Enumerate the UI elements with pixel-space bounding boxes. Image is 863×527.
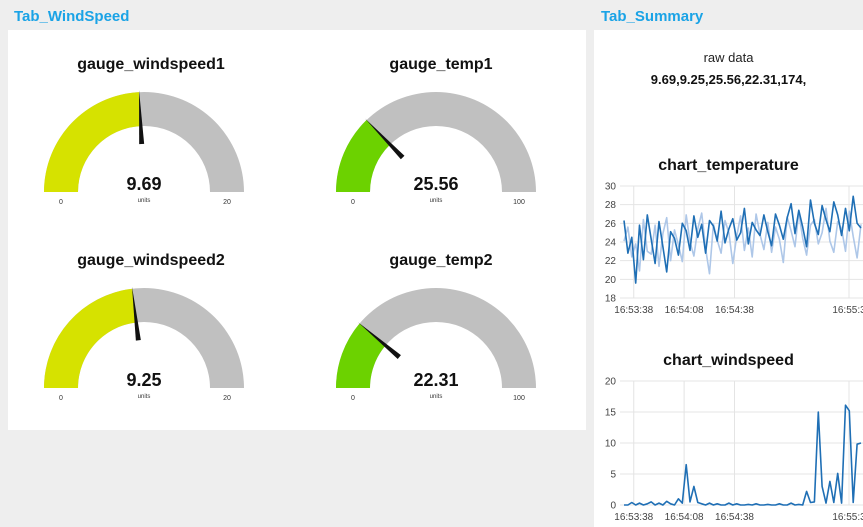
y-tick-label: 22	[605, 256, 617, 267]
y-tick-label: 18	[605, 294, 617, 305]
gauge-value: 9.25	[126, 370, 161, 390]
chart-title: chart_temperature	[658, 157, 799, 174]
chart-windspeed-card: chart_windspeed 20 15 10 5 0 16:53:38 16:54:08…	[594, 345, 863, 527]
y-tick-label: 20	[605, 275, 617, 286]
raw-data-label: raw data	[703, 50, 754, 65]
raw-data-value: 9.69,9.25,25.56,22.31,174,	[650, 72, 807, 87]
y-tick-label: 0	[610, 501, 616, 512]
raw-data-widget: raw data 9.69,9.25,25.56,22.31,174,	[594, 30, 863, 120]
gauge-max: 20	[223, 199, 231, 206]
x-tick-label: 16:55:3	[832, 512, 863, 523]
chart-temperature-card: chart_temperature 30 28 26 24 22 20 18 16:53:38…	[594, 150, 863, 320]
x-tick-label: 16:54:08	[665, 305, 704, 316]
y-tick-label: 26	[605, 219, 617, 230]
gauge-value: 25.56	[413, 174, 458, 194]
x-tick-label: 16:55:3	[832, 305, 863, 316]
gauge-min: 0	[351, 395, 355, 402]
gauge-title: gauge_windspeed1	[77, 56, 225, 73]
gauge-card: gauge_temp2 22.31 units 0 100	[296, 230, 586, 430]
gauge-title: gauge_temp2	[389, 252, 493, 269]
chart-title: chart_windspeed	[663, 352, 794, 369]
series-line	[624, 404, 862, 506]
x-tick-label: 16:53:38	[614, 512, 653, 523]
x-tick-label: 16:53:38	[614, 305, 653, 316]
gauge-units: units	[138, 394, 151, 400]
gauge-fill	[44, 288, 137, 388]
y-tick-label: 24	[605, 238, 617, 249]
x-tick-label: 16:54:38	[715, 305, 754, 316]
y-tick-label: 15	[605, 408, 617, 419]
gauge-max: 100	[513, 199, 525, 206]
gauge-title: gauge_temp1	[389, 56, 493, 73]
y-tick-label: 10	[605, 439, 617, 450]
gauge-value: 22.31	[413, 370, 458, 390]
gauge-card: gauge_temp1 25.56 units 0 100	[296, 30, 586, 230]
gauge-min: 0	[59, 199, 63, 206]
x-tick-label: 16:54:38	[715, 512, 754, 523]
gauge-max: 100	[513, 395, 525, 402]
gauge-min: 0	[59, 395, 63, 402]
gauge: 9.69 units 0 20	[44, 90, 244, 206]
y-tick-label: 30	[605, 182, 617, 193]
gauge-units: units	[430, 198, 443, 204]
gauge-card: gauge_windspeed2 9.25 units 0 20	[8, 230, 294, 430]
gauge-units: units	[138, 198, 151, 204]
x-tick-label: 16:54:08	[665, 512, 704, 523]
y-tick-label: 28	[605, 200, 617, 211]
y-tick-label: 20	[605, 377, 617, 388]
gauge: 25.56 units 0 100	[336, 92, 536, 206]
gauge-max: 20	[223, 395, 231, 402]
gauge: 9.25 units 0 20	[44, 286, 244, 402]
gauge-title: gauge_windspeed2	[77, 252, 225, 269]
gauge-card: gauge_windspeed1 9.69 units 0 20	[8, 30, 294, 230]
tab-windspeed-title[interactable]: Tab_WindSpeed	[14, 8, 129, 25]
gauge: 22.31 units 0 100	[336, 288, 536, 402]
gauge-value: 9.69	[126, 174, 161, 194]
chart-temperature: 30 28 26 24 22 20 1816:53:38 16:54:08 16:54:38 16…	[605, 182, 863, 316]
gauge-units: units	[430, 394, 443, 400]
y-tick-label: 5	[610, 470, 616, 481]
gauge-min: 0	[351, 199, 355, 206]
tab-summary-title[interactable]: Tab_Summary	[601, 8, 703, 25]
chart-windspeed: 20 15 10 5 016:53:38 16:54:08 16:54:38 16:55:3	[605, 377, 863, 523]
